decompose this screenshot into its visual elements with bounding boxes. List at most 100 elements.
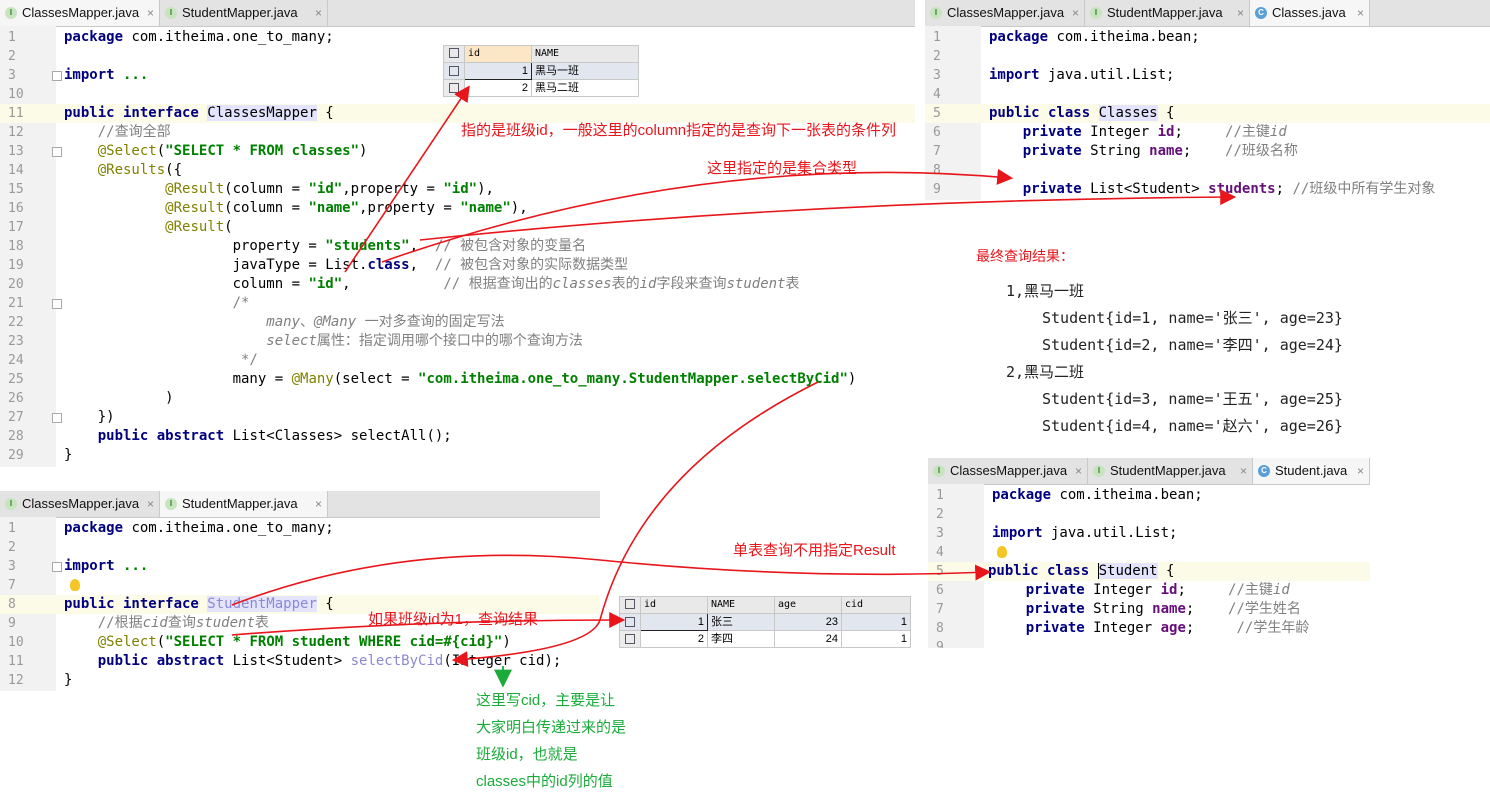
folded-imports[interactable]: ... — [115, 558, 148, 574]
table-row[interactable]: 1 黑马一班 — [443, 62, 639, 80]
table-cell[interactable]: 黑马一班 — [531, 62, 639, 80]
comment: 查询 — [167, 615, 196, 631]
tab-student[interactable]: C Student.java × — [1253, 458, 1370, 484]
code-text: ; — [1185, 601, 1229, 617]
table-cell[interactable]: 2 — [640, 630, 708, 648]
interface-file-icon: I — [930, 7, 942, 19]
tab-studentmapper[interactable]: I StudentMapper.java × — [1088, 458, 1253, 484]
close-tab-icon[interactable]: × — [315, 0, 322, 26]
close-tab-icon[interactable]: × — [1072, 0, 1079, 26]
folded-imports[interactable]: ... — [115, 67, 148, 83]
close-tab-icon[interactable]: × — [1240, 458, 1247, 484]
fold-icon[interactable] — [52, 147, 62, 157]
column-header[interactable]: age — [774, 596, 842, 614]
code-text: (select = — [333, 371, 419, 387]
keyword: public abstract — [97, 428, 225, 444]
student-bean-editor[interactable]: I ClassesMapper.java × I StudentMapper.j… — [928, 458, 1370, 648]
checkbox-icon[interactable] — [625, 599, 635, 609]
checkbox-icon[interactable] — [625, 634, 635, 645]
line-number: 4 — [936, 545, 944, 560]
tab-classesmapper[interactable]: I ClassesMapper.java × — [0, 0, 160, 26]
lightbulb-icon[interactable] — [997, 546, 1007, 558]
table-row[interactable]: 2 黑马二班 — [443, 79, 639, 97]
note-cid-line3: 班级id，也就是 — [476, 746, 578, 763]
brace: } — [64, 672, 73, 688]
tab-classesmapper[interactable]: I ClassesMapper.java × — [928, 458, 1088, 484]
tab-label: Classes.java — [1272, 5, 1346, 20]
table-header-row: id NAME age cid — [619, 596, 911, 614]
code-text: column = — [232, 276, 309, 292]
fold-icon[interactable] — [52, 562, 62, 572]
field-name: name — [1152, 601, 1186, 617]
line-number: 3 — [8, 68, 16, 83]
column-header[interactable]: id — [464, 45, 532, 63]
code-text: ,property = — [359, 200, 461, 216]
column-header[interactable]: NAME — [531, 45, 639, 63]
tab-classesmapper[interactable]: I ClassesMapper.java × — [0, 491, 160, 517]
fold-icon[interactable] — [52, 299, 62, 309]
editor-tabs: I ClassesMapper.java × I StudentMapper.j… — [0, 491, 600, 518]
close-tab-icon[interactable]: × — [1357, 458, 1364, 484]
tab-classesmapper[interactable]: I ClassesMapper.java × — [925, 0, 1085, 26]
student-result-table[interactable]: id NAME age cid 1 张三 23 1 2 李四 24 1 — [619, 596, 911, 648]
classes-result-table[interactable]: id NAME 1 黑马一班 2 黑马二班 — [443, 45, 639, 97]
fold-icon[interactable] — [52, 413, 62, 423]
table-cell[interactable]: 张三 — [707, 613, 775, 631]
class-file-icon: C — [1258, 465, 1270, 477]
table-cell[interactable]: 1 — [640, 613, 708, 631]
table-cell[interactable]: 24 — [774, 630, 842, 648]
tab-studentmapper[interactable]: I StudentMapper.java × — [1085, 0, 1250, 26]
table-row[interactable]: 1 张三 23 1 — [619, 613, 911, 631]
close-tab-icon[interactable]: × — [147, 491, 154, 517]
table-cell[interactable]: 李四 — [707, 630, 775, 648]
fold-icon[interactable] — [52, 71, 62, 81]
keyword: import — [64, 67, 115, 83]
table-cell[interactable]: 黑马二班 — [531, 79, 639, 97]
student-mapper-editor[interactable]: I ClassesMapper.java × I StudentMapper.j… — [0, 491, 600, 691]
classes-bean-editor[interactable]: I ClassesMapper.java × I StudentMapper.j… — [925, 0, 1490, 200]
close-tab-icon[interactable]: × — [1237, 0, 1244, 26]
code-text: many = — [232, 371, 292, 387]
result-student-1: Student{id=1, name='张三', age=23} — [1042, 309, 1343, 327]
paren: ) — [165, 390, 174, 406]
close-tab-icon[interactable]: × — [1075, 458, 1082, 484]
line-number: 8 — [8, 597, 16, 612]
result-class-2: 2,黑马二班 — [1006, 363, 1085, 381]
close-tab-icon[interactable]: × — [147, 0, 154, 26]
editor-tabs: I ClassesMapper.java × I StudentMapper.j… — [928, 458, 1370, 485]
line-number: 17 — [8, 220, 24, 235]
line-number: 1 — [933, 30, 941, 45]
close-tab-icon[interactable]: × — [1357, 0, 1364, 26]
table-cell[interactable]: 1 — [841, 630, 911, 648]
table-cell[interactable]: 2 — [464, 79, 532, 97]
lightbulb-icon[interactable] — [70, 579, 80, 591]
line-number: 10 — [8, 87, 24, 102]
tab-studentmapper[interactable]: I StudentMapper.java × — [160, 0, 328, 26]
type: List<Student> — [1081, 181, 1209, 197]
comment: student — [195, 615, 255, 631]
package-name: com.itheima.one_to_many; — [123, 520, 334, 536]
table-cell[interactable]: 23 — [774, 613, 842, 631]
column-header[interactable]: cid — [841, 596, 911, 614]
table-cell[interactable]: 1 — [841, 613, 911, 631]
checkbox-icon[interactable] — [625, 617, 635, 628]
class-name[interactable]: Student — [1097, 563, 1158, 579]
column-header[interactable]: id — [640, 596, 708, 614]
table-cell[interactable]: 1 — [464, 62, 532, 80]
checkbox-icon[interactable] — [449, 66, 459, 77]
type: Integer — [1084, 582, 1161, 598]
checkbox-icon[interactable] — [449, 83, 459, 94]
checkbox-icon[interactable] — [449, 48, 459, 58]
comment: //学生姓名 — [1228, 601, 1301, 617]
annotation: @Select — [97, 634, 157, 650]
keyword: import — [64, 558, 115, 574]
close-tab-icon[interactable]: × — [315, 491, 322, 517]
tab-classes[interactable]: C Classes.java × — [1250, 0, 1370, 26]
string: "id" — [308, 276, 343, 292]
line-number: 9 — [933, 182, 941, 197]
column-header[interactable]: NAME — [707, 596, 775, 614]
tab-studentmapper[interactable]: I StudentMapper.java × — [160, 491, 328, 517]
keyword: import — [989, 67, 1040, 83]
tab-label: ClassesMapper.java — [947, 5, 1065, 20]
table-row[interactable]: 2 李四 24 1 — [619, 630, 911, 648]
